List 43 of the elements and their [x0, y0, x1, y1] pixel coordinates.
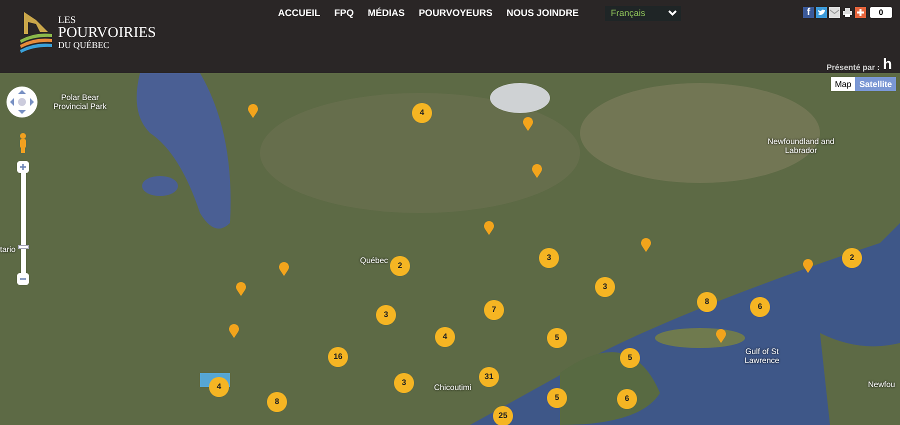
zoom-slider[interactable]	[18, 173, 28, 273]
nav-link[interactable]: MÉDIAS	[368, 8, 405, 18]
map-pin-icon[interactable]	[247, 103, 259, 119]
zoom-slider-thumb[interactable]	[18, 245, 28, 249]
satellite-map[interactable]: Polar Bear Provincial Park Newfoundland and Labrador Québec Gulf of St Lawrence Chicoutimi Newfou tario 4 2 3 2 3 8 6 3 7 4 5 16 5 4 3 31 8 5 6 25 Map Satellite	[0, 73, 900, 425]
printer-icon[interactable]	[842, 7, 853, 18]
logo-icon	[18, 10, 54, 54]
nav-link[interactable]: POURVOYEURS	[418, 8, 492, 18]
map-pin-icon[interactable]	[715, 328, 727, 344]
nav-link[interactable]: NOUS JOINDRE	[506, 8, 579, 18]
map-type-tab[interactable]: Map	[830, 77, 856, 91]
map-pin-icon[interactable]	[483, 220, 495, 236]
map-label: Newfou	[868, 380, 896, 389]
plus-icon	[19, 163, 27, 171]
logo-text: POURVOIRIES	[58, 26, 156, 41]
person-icon[interactable]	[18, 132, 28, 154]
map-pin-icon[interactable]	[640, 237, 652, 253]
map-label: Polar Bear Provincial Park	[52, 93, 108, 111]
map-pin-icon[interactable]	[278, 261, 290, 277]
map-pin-icon[interactable]	[522, 116, 534, 132]
sponsor-logo: h	[882, 58, 892, 72]
logo-text: DU QUÉBEC	[58, 41, 110, 50]
sponsor-label: Présenté par :	[826, 63, 880, 72]
facebook-icon[interactable]: f	[803, 7, 814, 18]
zoom-in-button[interactable]	[17, 161, 29, 173]
bird-icon[interactable]	[816, 7, 827, 18]
chevron-down-icon	[668, 10, 677, 16]
map-pin-icon[interactable]	[228, 323, 240, 339]
nav-link[interactable]: FPQ	[334, 8, 354, 18]
pan-control-icon[interactable]	[6, 86, 38, 118]
map-label: tario	[0, 245, 16, 254]
share-count: 0	[870, 7, 892, 18]
map-pin-icon[interactable]	[802, 258, 814, 274]
map-label: Gulf of St Lawrence	[744, 347, 780, 365]
map-label: Québec	[360, 256, 388, 265]
nav-link[interactable]: ACCUEIL	[278, 8, 320, 18]
logo-text: LES	[58, 16, 77, 26]
zoom-out-button[interactable]	[17, 273, 29, 285]
language-select[interactable]: Français	[604, 6, 681, 20]
map-label: Chicoutimi	[434, 383, 472, 392]
map-pin-icon[interactable]	[531, 163, 543, 179]
map-label: Newfoundland and Labrador	[766, 137, 836, 155]
map-pin-icon[interactable]	[235, 281, 247, 297]
